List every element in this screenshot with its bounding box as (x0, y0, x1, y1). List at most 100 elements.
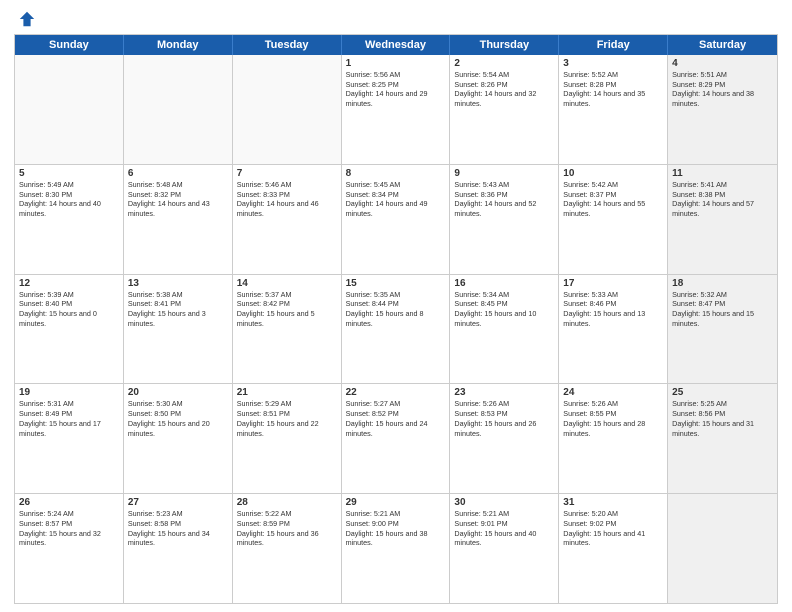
cell-info: Sunrise: 5:54 AMSunset: 8:26 PMDaylight:… (454, 70, 554, 109)
cal-cell-empty-2 (233, 55, 342, 164)
cal-cell-22: 22Sunrise: 5:27 AMSunset: 8:52 PMDayligh… (342, 384, 451, 493)
cal-cell-6: 6Sunrise: 5:48 AMSunset: 8:32 PMDaylight… (124, 165, 233, 274)
cell-info: Sunrise: 5:48 AMSunset: 8:32 PMDaylight:… (128, 180, 228, 219)
cell-info: Sunrise: 5:31 AMSunset: 8:49 PMDaylight:… (19, 399, 119, 438)
cal-cell-empty-6 (668, 494, 777, 603)
cell-info: Sunrise: 5:23 AMSunset: 8:58 PMDaylight:… (128, 509, 228, 548)
cal-cell-28: 28Sunrise: 5:22 AMSunset: 8:59 PMDayligh… (233, 494, 342, 603)
day-number: 21 (237, 387, 337, 398)
cell-info: Sunrise: 5:30 AMSunset: 8:50 PMDaylight:… (128, 399, 228, 438)
day-number: 27 (128, 497, 228, 508)
day-number: 14 (237, 278, 337, 289)
cal-cell-8: 8Sunrise: 5:45 AMSunset: 8:34 PMDaylight… (342, 165, 451, 274)
cell-info: Sunrise: 5:34 AMSunset: 8:45 PMDaylight:… (454, 290, 554, 329)
cal-cell-31: 31Sunrise: 5:20 AMSunset: 9:02 PMDayligh… (559, 494, 668, 603)
cal-cell-empty-1 (124, 55, 233, 164)
cal-cell-30: 30Sunrise: 5:21 AMSunset: 9:01 PMDayligh… (450, 494, 559, 603)
cell-info: Sunrise: 5:43 AMSunset: 8:36 PMDaylight:… (454, 180, 554, 219)
day-number: 2 (454, 58, 554, 69)
header-day-saturday: Saturday (668, 35, 777, 55)
day-number: 13 (128, 278, 228, 289)
week-row-1: 5Sunrise: 5:49 AMSunset: 8:30 PMDaylight… (15, 164, 777, 274)
day-number: 4 (672, 58, 773, 69)
cell-info: Sunrise: 5:37 AMSunset: 8:42 PMDaylight:… (237, 290, 337, 329)
cell-info: Sunrise: 5:33 AMSunset: 8:46 PMDaylight:… (563, 290, 663, 329)
week-row-3: 19Sunrise: 5:31 AMSunset: 8:49 PMDayligh… (15, 383, 777, 493)
cell-info: Sunrise: 5:29 AMSunset: 8:51 PMDaylight:… (237, 399, 337, 438)
cell-info: Sunrise: 5:21 AMSunset: 9:01 PMDaylight:… (454, 509, 554, 548)
cal-cell-29: 29Sunrise: 5:21 AMSunset: 9:00 PMDayligh… (342, 494, 451, 603)
cell-info: Sunrise: 5:46 AMSunset: 8:33 PMDaylight:… (237, 180, 337, 219)
header (14, 10, 778, 28)
cal-cell-3: 3Sunrise: 5:52 AMSunset: 8:28 PMDaylight… (559, 55, 668, 164)
cal-cell-26: 26Sunrise: 5:24 AMSunset: 8:57 PMDayligh… (15, 494, 124, 603)
calendar-body: 1Sunrise: 5:56 AMSunset: 8:25 PMDaylight… (15, 55, 777, 603)
cell-info: Sunrise: 5:45 AMSunset: 8:34 PMDaylight:… (346, 180, 446, 219)
cal-cell-11: 11Sunrise: 5:41 AMSunset: 8:38 PMDayligh… (668, 165, 777, 274)
cal-cell-empty-0 (15, 55, 124, 164)
cal-cell-20: 20Sunrise: 5:30 AMSunset: 8:50 PMDayligh… (124, 384, 233, 493)
cal-cell-16: 16Sunrise: 5:34 AMSunset: 8:45 PMDayligh… (450, 275, 559, 384)
cal-cell-7: 7Sunrise: 5:46 AMSunset: 8:33 PMDaylight… (233, 165, 342, 274)
day-number: 22 (346, 387, 446, 398)
day-number: 16 (454, 278, 554, 289)
day-number: 29 (346, 497, 446, 508)
cell-info: Sunrise: 5:49 AMSunset: 8:30 PMDaylight:… (19, 180, 119, 219)
calendar-header: SundayMondayTuesdayWednesdayThursdayFrid… (15, 35, 777, 55)
cell-info: Sunrise: 5:21 AMSunset: 9:00 PMDaylight:… (346, 509, 446, 548)
day-number: 12 (19, 278, 119, 289)
header-day-monday: Monday (124, 35, 233, 55)
cal-cell-15: 15Sunrise: 5:35 AMSunset: 8:44 PMDayligh… (342, 275, 451, 384)
cell-info: Sunrise: 5:26 AMSunset: 8:55 PMDaylight:… (563, 399, 663, 438)
cell-info: Sunrise: 5:41 AMSunset: 8:38 PMDaylight:… (672, 180, 773, 219)
cell-info: Sunrise: 5:22 AMSunset: 8:59 PMDaylight:… (237, 509, 337, 548)
day-number: 9 (454, 168, 554, 179)
cal-cell-1: 1Sunrise: 5:56 AMSunset: 8:25 PMDaylight… (342, 55, 451, 164)
cal-cell-24: 24Sunrise: 5:26 AMSunset: 8:55 PMDayligh… (559, 384, 668, 493)
day-number: 28 (237, 497, 337, 508)
header-day-thursday: Thursday (450, 35, 559, 55)
day-number: 25 (672, 387, 773, 398)
cal-cell-9: 9Sunrise: 5:43 AMSunset: 8:36 PMDaylight… (450, 165, 559, 274)
day-number: 11 (672, 168, 773, 179)
cell-info: Sunrise: 5:32 AMSunset: 8:47 PMDaylight:… (672, 290, 773, 329)
day-number: 7 (237, 168, 337, 179)
cal-cell-14: 14Sunrise: 5:37 AMSunset: 8:42 PMDayligh… (233, 275, 342, 384)
cal-cell-23: 23Sunrise: 5:26 AMSunset: 8:53 PMDayligh… (450, 384, 559, 493)
cell-info: Sunrise: 5:27 AMSunset: 8:52 PMDaylight:… (346, 399, 446, 438)
day-number: 17 (563, 278, 663, 289)
day-number: 23 (454, 387, 554, 398)
day-number: 30 (454, 497, 554, 508)
cal-cell-5: 5Sunrise: 5:49 AMSunset: 8:30 PMDaylight… (15, 165, 124, 274)
header-day-tuesday: Tuesday (233, 35, 342, 55)
day-number: 3 (563, 58, 663, 69)
cal-cell-4: 4Sunrise: 5:51 AMSunset: 8:29 PMDaylight… (668, 55, 777, 164)
logo (14, 10, 36, 28)
cell-info: Sunrise: 5:42 AMSunset: 8:37 PMDaylight:… (563, 180, 663, 219)
day-number: 19 (19, 387, 119, 398)
cell-info: Sunrise: 5:56 AMSunset: 8:25 PMDaylight:… (346, 70, 446, 109)
cal-cell-19: 19Sunrise: 5:31 AMSunset: 8:49 PMDayligh… (15, 384, 124, 493)
cal-cell-27: 27Sunrise: 5:23 AMSunset: 8:58 PMDayligh… (124, 494, 233, 603)
week-row-4: 26Sunrise: 5:24 AMSunset: 8:57 PMDayligh… (15, 493, 777, 603)
cal-cell-21: 21Sunrise: 5:29 AMSunset: 8:51 PMDayligh… (233, 384, 342, 493)
cell-info: Sunrise: 5:26 AMSunset: 8:53 PMDaylight:… (454, 399, 554, 438)
header-day-sunday: Sunday (15, 35, 124, 55)
day-number: 26 (19, 497, 119, 508)
day-number: 18 (672, 278, 773, 289)
day-number: 5 (19, 168, 119, 179)
calendar: SundayMondayTuesdayWednesdayThursdayFrid… (14, 34, 778, 604)
cell-info: Sunrise: 5:52 AMSunset: 8:28 PMDaylight:… (563, 70, 663, 109)
cell-info: Sunrise: 5:35 AMSunset: 8:44 PMDaylight:… (346, 290, 446, 329)
week-row-2: 12Sunrise: 5:39 AMSunset: 8:40 PMDayligh… (15, 274, 777, 384)
header-day-friday: Friday (559, 35, 668, 55)
cal-cell-2: 2Sunrise: 5:54 AMSunset: 8:26 PMDaylight… (450, 55, 559, 164)
day-number: 10 (563, 168, 663, 179)
day-number: 1 (346, 58, 446, 69)
logo-icon (18, 10, 36, 28)
day-number: 31 (563, 497, 663, 508)
page: SundayMondayTuesdayWednesdayThursdayFrid… (0, 0, 792, 612)
day-number: 20 (128, 387, 228, 398)
cal-cell-18: 18Sunrise: 5:32 AMSunset: 8:47 PMDayligh… (668, 275, 777, 384)
cell-info: Sunrise: 5:39 AMSunset: 8:40 PMDaylight:… (19, 290, 119, 329)
